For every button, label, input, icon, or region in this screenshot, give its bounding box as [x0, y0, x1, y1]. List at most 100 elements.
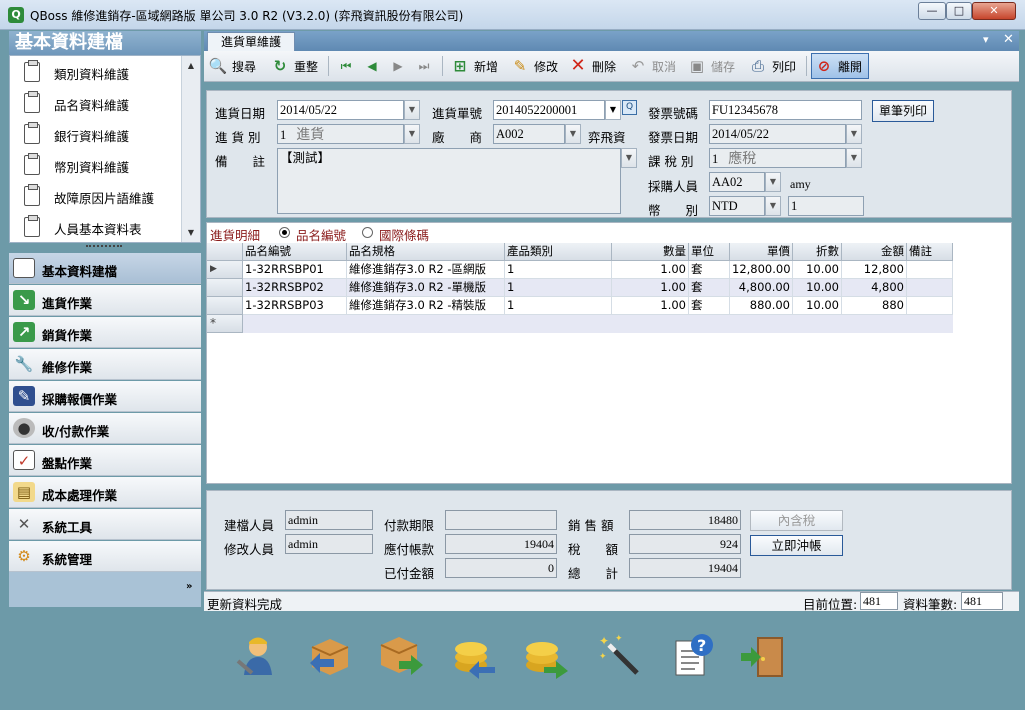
nav-stocktake[interactable]: ✓ 盤點作業: [9, 445, 201, 476]
table-row[interactable]: ▶ 1-32RRSBP01 維修進銷存3.0 R2 -區網版 1 1.00 套 …: [207, 261, 953, 279]
search-button[interactable]: 🔍 搜尋: [208, 53, 256, 79]
magic-wand-icon[interactable]: ✦ ✦ ✦: [595, 631, 643, 679]
tax-type-field[interactable]: 1 應稅: [709, 148, 846, 168]
document-icon: [24, 215, 40, 237]
chevron-down-icon[interactable]: ▼: [404, 124, 420, 144]
table-new-row[interactable]: *: [207, 315, 953, 333]
record-count-label: 資料筆數:: [903, 597, 958, 612]
print-single-button[interactable]: 單筆列印: [872, 100, 934, 122]
nav-sales[interactable]: ↗ 銷貨作業: [9, 317, 201, 348]
nav-admin[interactable]: ⚙ 系統管理: [9, 541, 201, 572]
reset-button[interactable]: ↻ 重整: [270, 53, 318, 79]
order-search-icon[interactable]: Q: [622, 100, 637, 115]
tab-purchase-order[interactable]: 進貨單維護: [207, 32, 295, 51]
toolbar-divider: [328, 56, 329, 76]
radio-item-no[interactable]: [279, 227, 290, 238]
prev-record-button[interactable]: ◀: [362, 53, 382, 79]
invoice-date-field[interactable]: 2014/05/22: [709, 124, 846, 144]
invoice-no-field[interactable]: FU12345678: [709, 100, 862, 120]
buyer-label: 採購人員: [648, 179, 699, 194]
purchase-box-icon[interactable]: [304, 631, 352, 679]
vendor-code-field[interactable]: A002: [493, 124, 565, 144]
column-header-price[interactable]: 單價: [730, 243, 793, 261]
sales-box-icon[interactable]: [377, 631, 425, 679]
column-header-qty[interactable]: 數量: [612, 243, 689, 261]
help-document-icon[interactable]: ?: [668, 631, 716, 679]
creator-label: 建檔人員: [224, 518, 275, 533]
table-row[interactable]: 1-32RRSBP03 維修進銷存3.0 R2 -精裝版 1 1.00 套 88…: [207, 297, 953, 315]
scroll-down-icon[interactable]: ▼: [184, 226, 198, 240]
toolbar-divider: [442, 56, 443, 76]
note-textarea[interactable]: 【測試】: [277, 148, 621, 214]
column-header-discount[interactable]: 折數: [793, 243, 842, 261]
maximize-button[interactable]: □: [946, 2, 972, 20]
column-header-note[interactable]: 備註: [907, 243, 953, 261]
chevron-down-icon[interactable]: ▼: [765, 196, 781, 216]
list-item-product[interactable]: 品名資料維護: [10, 87, 188, 118]
minimize-button[interactable]: —: [918, 2, 946, 20]
gears-icon: ⚙: [17, 547, 31, 565]
tab-menu-button[interactable]: ▾: [983, 33, 989, 46]
chevron-down-icon[interactable]: ▼: [846, 148, 862, 168]
exchange-rate-field[interactable]: 1: [788, 196, 864, 216]
pay-term-label: 付款期限: [384, 518, 435, 533]
edit-button[interactable]: ✎ 修改: [510, 53, 558, 79]
tab-close-button[interactable]: ✕: [1003, 32, 1014, 47]
nav-payment[interactable]: ● 收/付款作業: [9, 413, 201, 444]
last-record-button[interactable]: ⏭: [414, 53, 434, 79]
position-label: 目前位置:: [803, 597, 858, 612]
nav-tools[interactable]: ✕ 系統工具: [9, 509, 201, 540]
delete-button[interactable]: ✕ 刪除: [568, 53, 616, 79]
radio-barcode[interactable]: [362, 227, 373, 238]
next-record-button[interactable]: ▶: [388, 53, 408, 79]
nav-basic-data[interactable]: 基本資料建檔: [9, 253, 201, 284]
list-scrollbar[interactable]: ▲ ▼: [181, 56, 200, 242]
scroll-up-icon[interactable]: ▲: [184, 59, 198, 73]
search-icon: 🔍: [208, 57, 228, 75]
chevron-down-icon[interactable]: ▼: [565, 124, 581, 144]
settle-now-button[interactable]: 立即沖帳: [750, 535, 843, 556]
list-item-currency[interactable]: 幣別資料維護: [10, 149, 188, 180]
column-header-unit[interactable]: 單位: [689, 243, 730, 261]
nav-more-button[interactable]: »: [186, 582, 198, 602]
nav-empty-area: [9, 572, 201, 607]
order-no-label: 進貨單號: [432, 106, 483, 121]
chevron-down-icon[interactable]: ▼: [404, 100, 420, 120]
buyer-code-field[interactable]: AA02: [709, 172, 765, 192]
list-item-fault-phrase[interactable]: 故障原因片語維護: [10, 180, 188, 211]
order-no-field[interactable]: 2014052200001: [493, 100, 605, 120]
column-header-amount[interactable]: 金額: [842, 243, 907, 261]
exit-button[interactable]: ⊘ 離開: [811, 53, 870, 79]
nav-quote[interactable]: ✎ 採購報價作業: [9, 381, 201, 412]
column-header-category[interactable]: 產品類別: [505, 243, 612, 261]
currency-field[interactable]: NTD: [709, 196, 765, 216]
receive-coins-icon[interactable]: [449, 631, 497, 679]
close-window-button[interactable]: ✕: [972, 2, 1016, 20]
exit-door-icon[interactable]: [739, 631, 787, 679]
column-header-spec[interactable]: 品名規格: [347, 243, 505, 261]
first-record-button[interactable]: ⏮: [336, 53, 356, 79]
add-button[interactable]: ⊞ 新增: [450, 53, 498, 79]
nav-repair[interactable]: 🔧 維修作業: [9, 349, 201, 380]
chevron-down-icon[interactable]: ▼: [621, 148, 637, 168]
purchase-type-field[interactable]: 1 進貨: [277, 124, 404, 144]
chevron-down-icon[interactable]: ▼: [605, 100, 621, 120]
column-header-item-no[interactable]: 品名編號: [243, 243, 347, 261]
cancel-button[interactable]: ↶ 取消: [628, 53, 676, 79]
chevron-down-icon[interactable]: ▼: [846, 124, 862, 144]
chevron-down-icon[interactable]: ▼: [765, 172, 781, 192]
purchase-date-field[interactable]: 2014/05/22: [277, 100, 404, 120]
save-button[interactable]: ▣ 儲存: [687, 53, 735, 79]
list-item-staff[interactable]: 人員基本資料表: [10, 211, 188, 242]
nav-purchase[interactable]: ↘ 進貨作業: [9, 285, 201, 316]
splitter-grip[interactable]: [86, 245, 122, 248]
print-button[interactable]: ⎙ 列印: [748, 53, 796, 79]
list-item-bank[interactable]: 銀行資料維護: [10, 118, 188, 149]
nav-cost[interactable]: ▤ 成本處理作業: [9, 477, 201, 508]
pay-coins-icon[interactable]: [522, 631, 570, 679]
vendor-name: 弈飛資: [588, 130, 626, 145]
tax-inclusive-button[interactable]: 內含稅: [750, 510, 843, 531]
list-item-category[interactable]: 類別資料維護: [10, 56, 188, 87]
support-person-icon[interactable]: [232, 631, 280, 679]
table-row[interactable]: 1-32RRSBP02 維修進銷存3.0 R2 -單機版 1 1.00 套 4,…: [207, 279, 953, 297]
